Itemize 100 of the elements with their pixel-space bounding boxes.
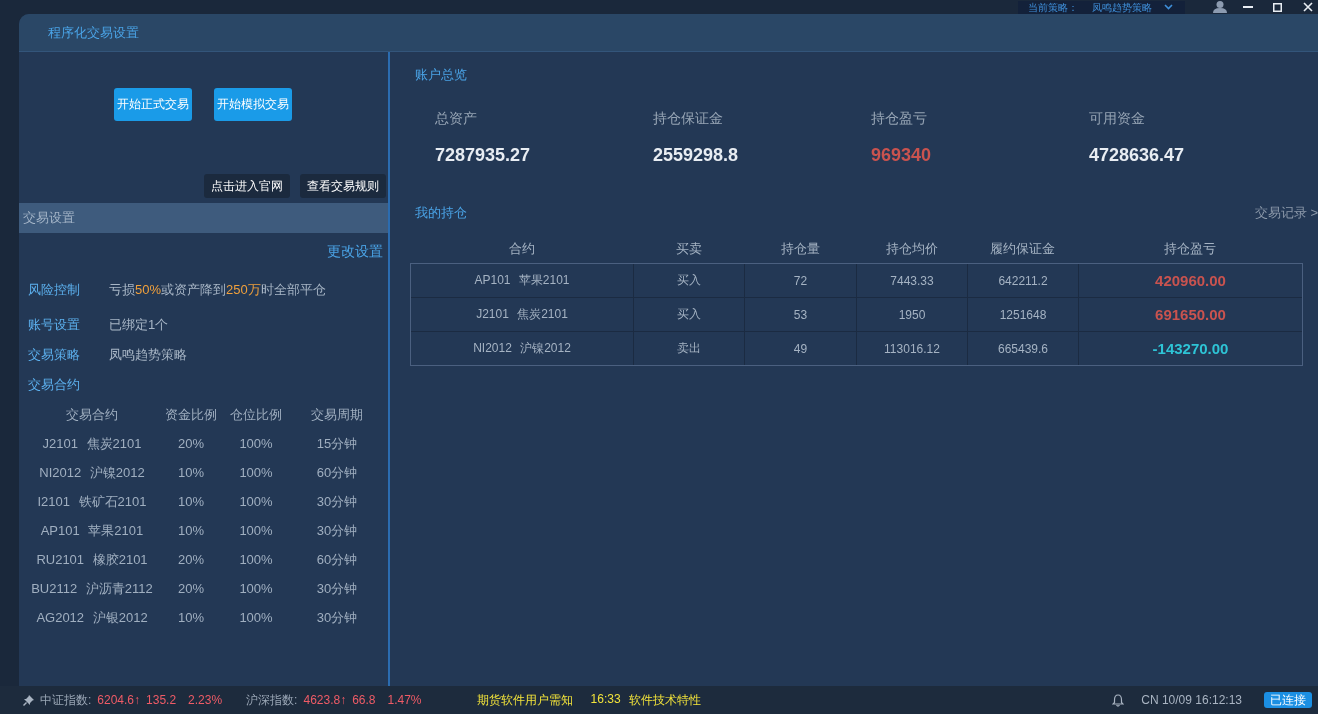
pin-icon <box>23 694 34 706</box>
connection-badge: 已连接 <box>1264 692 1312 708</box>
stat-label: 可用资金 <box>1089 110 1146 126</box>
column-header: 持仓盈亏 <box>1162 240 1217 258</box>
table-cell-text: 100% <box>238 493 274 511</box>
column-header: 资金比例 <box>164 405 218 424</box>
column-header: 持仓均价 <box>884 240 939 258</box>
stat-label: 持仓盈亏 <box>871 110 928 126</box>
table-cell-text: 100% <box>238 580 274 598</box>
index-change: 135.2 <box>146 693 177 707</box>
stat-value: 2559298.8 <box>653 144 740 166</box>
index-change: 66.8 <box>352 693 376 707</box>
maximize-icon[interactable] <box>1273 2 1282 12</box>
column-header: 交易合约 <box>65 405 119 424</box>
table-cell-text: NI2012 沪镍2012 <box>38 463 146 482</box>
column-header: 买卖 <box>674 240 703 258</box>
stat-value: 4728636.47 <box>1089 144 1186 166</box>
table-cell: 49 <box>745 332 857 365</box>
stat-value: 7287935.27 <box>435 144 532 166</box>
table-cell-text: J2101 焦炭2101 <box>41 434 143 453</box>
primary-button[interactable]: 开始正式交易 <box>114 88 192 121</box>
setting-value: 亏损50%或资产降到250万时全部平仓 <box>109 281 326 299</box>
table-cell: 113016.12 <box>857 332 968 365</box>
table-cell-text: I2101 铁矿石2101 <box>36 492 148 511</box>
table-cell-text: 10% <box>177 609 205 627</box>
table-cell: 买入 <box>634 264 745 297</box>
table-cell-text: 60分钟 <box>315 463 359 482</box>
ticker-text[interactable]: 软件技术特性 <box>628 691 701 709</box>
table-cell: 卖出 <box>634 332 745 365</box>
primary-button[interactable]: 开始模拟交易 <box>214 88 292 121</box>
stat-label: 持仓保证金 <box>653 110 724 126</box>
close-icon[interactable] <box>1303 2 1313 12</box>
table-cell-text: 30分钟 <box>315 608 359 627</box>
table-cell-text: 100% <box>238 522 274 540</box>
index-percent: 1.47% <box>387 693 422 707</box>
column-header: 履约保证金 <box>989 240 1056 258</box>
table-cell-text: 30分钟 <box>315 492 359 511</box>
pnl-cell-text: 691650.00 <box>1154 305 1227 325</box>
table-cell: 1251648 <box>968 298 1079 331</box>
index-percent: 2.23% <box>188 693 223 707</box>
index-price: 4623.8↑ <box>303 693 347 707</box>
index-name: 沪深指数: <box>246 691 298 709</box>
stat-label: 总资产 <box>435 110 478 126</box>
table-cell-text: 20% <box>177 551 205 569</box>
table-cell: 53 <box>745 298 857 331</box>
section-header: 交易设置 <box>19 203 388 233</box>
table-cell-text: 10% <box>177 493 205 511</box>
table-cell-text: 30分钟 <box>315 521 359 540</box>
table-cell-text: RU2101 橡胶2101 <box>35 550 149 569</box>
table-cell-text: 100% <box>238 435 274 453</box>
ticker-text[interactable]: 期货软件用户需知 <box>476 691 573 709</box>
table-cell-text: BU2112 沪沥青2112 <box>30 579 154 598</box>
table-cell-text: 100% <box>238 551 274 569</box>
table-cell: 1950 <box>857 298 968 331</box>
setting-label: 交易策略 <box>28 346 81 364</box>
strategy-dropdown[interactable]: 当前策略： 凤鸣趋势策略 <box>1018 0 1185 14</box>
column-header: 合约 <box>507 240 536 258</box>
column-header: 仓位比例 <box>229 405 283 424</box>
column-header: 交易周期 <box>310 405 364 424</box>
pnl-cell-text: 420960.00 <box>1154 271 1227 291</box>
table-cell-text: 60分钟 <box>315 550 359 569</box>
table-cell: 665439.6 <box>968 332 1079 365</box>
table-cell: 7443.33 <box>857 264 968 297</box>
table-cell: 买入 <box>634 298 745 331</box>
table-cell-text: 10% <box>177 464 205 482</box>
ticker-time: 16:33 <box>590 691 621 708</box>
table-cell: AP101 苹果2101 <box>411 264 634 297</box>
table-cell: 72 <box>745 264 857 297</box>
table-cell: NI2012 沪镍2012 <box>411 332 634 365</box>
table-cell-text: 15分钟 <box>315 434 359 453</box>
secondary-button[interactable]: 查看交易规则 <box>300 174 386 198</box>
setting-label: 风险控制 <box>28 281 81 299</box>
section-title: 我的持仓 <box>415 204 467 222</box>
table-cell-text: 100% <box>238 609 274 627</box>
window-title: 程序化交易设置 <box>48 23 139 42</box>
section-label: 交易合约 <box>28 376 81 394</box>
table-cell: J2101 焦炭2101 <box>411 298 634 331</box>
column-header: 持仓量 <box>779 240 821 258</box>
table-cell: 642211.2 <box>968 264 1079 297</box>
setting-value: 凤鸣趋势策略 <box>109 346 187 364</box>
trade-history-link[interactable]: 交易记录 > <box>1254 204 1318 222</box>
pnl-cell-text: -143270.00 <box>1151 339 1230 359</box>
setting-value: 已绑定1个 <box>109 316 169 334</box>
user-icon[interactable] <box>1212 1 1228 13</box>
chevron-down-icon <box>1164 4 1173 10</box>
setting-label: 账号设置 <box>28 316 81 334</box>
table-cell-text: 20% <box>177 580 205 598</box>
stat-value: 969340 <box>871 144 933 166</box>
table-cell-text: AG2012 沪银2012 <box>35 608 149 627</box>
bell-icon[interactable] <box>1112 693 1125 707</box>
table-cell-text: 100% <box>238 464 274 482</box>
table-cell-text: 10% <box>177 522 205 540</box>
index-name: 中证指数: <box>40 691 92 709</box>
secondary-button[interactable]: 点击进入官网 <box>204 174 290 198</box>
section-title: 账户总览 <box>415 66 468 84</box>
clock-text: CN 10/09 16:12:13 <box>1141 693 1242 707</box>
edit-settings-link[interactable]: 更改设置 <box>327 239 383 263</box>
table-cell-text: 30分钟 <box>315 579 359 598</box>
index-price: 6204.6↑ <box>97 693 141 707</box>
table-cell-text: 20% <box>177 435 205 453</box>
